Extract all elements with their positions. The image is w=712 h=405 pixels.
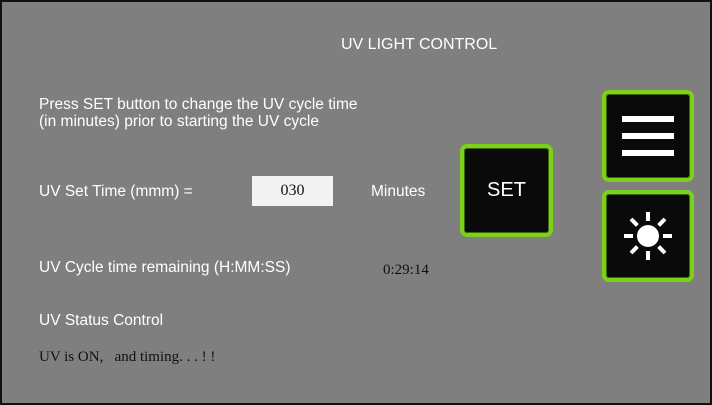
menu-button[interactable] <box>602 90 694 182</box>
uv-status-heading: UV Status Control <box>39 312 164 329</box>
uv-control-screen: UV LIGHT CONTROL Press SET button to cha… <box>0 0 712 405</box>
uv-status-message: UV is ON, and timing. . . ! ! <box>39 349 216 365</box>
set-button[interactable]: SET <box>460 144 553 237</box>
uv-light-button[interactable] <box>602 190 694 282</box>
hamburger-menu-icon <box>622 114 674 158</box>
instructions-text: Press SET button to change the UV cycle … <box>39 96 357 130</box>
instructions-line-1: Press SET button to change the UV cycle … <box>39 96 358 113</box>
cycle-remaining-label: UV Cycle time remaining (H:MM:SS) <box>39 259 291 276</box>
cycle-remaining-value: 0:29:14 <box>383 262 429 278</box>
page-title: UV LIGHT CONTROL <box>341 36 498 53</box>
minutes-unit-label: Minutes <box>371 183 426 200</box>
uv-set-time-label: UV Set Time (mmm) = <box>39 183 193 200</box>
instructions-line-2: (in minutes) prior to starting the UV cy… <box>39 113 319 130</box>
uv-set-time-input[interactable] <box>252 176 333 206</box>
sun-icon <box>621 209 675 263</box>
